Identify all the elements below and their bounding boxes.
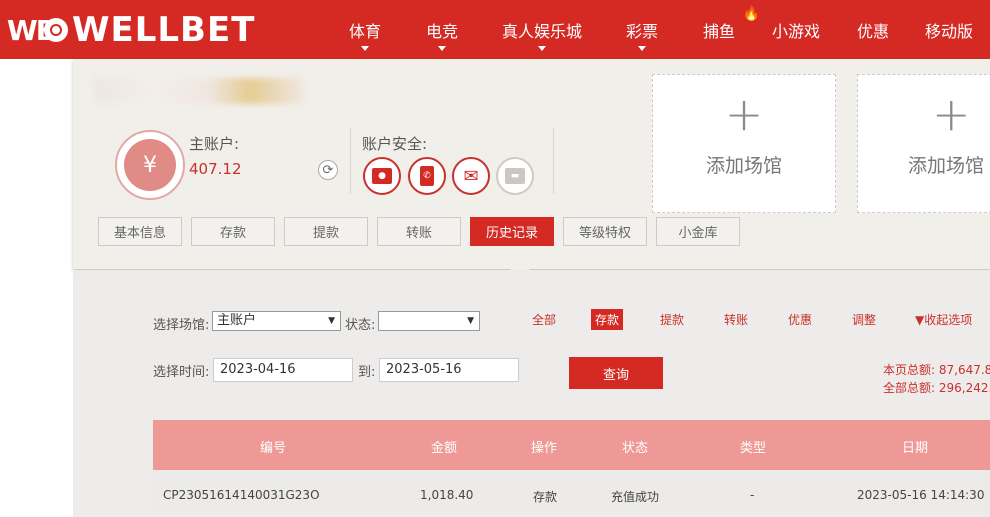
nav-item-lottery[interactable]: 彩票 xyxy=(600,0,684,59)
tab-vip-privileges[interactable]: 等级特权 xyxy=(563,217,647,246)
add-venue-card[interactable]: + 添加场馆 xyxy=(652,74,836,213)
filter-deposit[interactable]: 存款 xyxy=(591,309,624,330)
nav-label: 体育 xyxy=(348,21,381,41)
tab-vault[interactable]: 小金库 xyxy=(656,217,740,246)
column-header-date: 日期 xyxy=(902,441,929,456)
nav-item-mini-games[interactable]: 小游戏 xyxy=(754,0,838,59)
cell-amount: 1,018.40 xyxy=(420,488,474,502)
nav-label: 移动版 xyxy=(924,21,973,41)
query-button[interactable]: 查询 xyxy=(569,357,663,389)
nav-item-sports[interactable]: 体育 xyxy=(330,0,400,59)
wellbet-logo[interactable]: WB WELLBET xyxy=(7,10,256,50)
main-account-balance: 407.12 xyxy=(189,160,242,178)
to-label: 到: xyxy=(358,365,376,380)
add-venue-label: 添加场馆 xyxy=(908,155,985,177)
page-total: 本页总额: 87,647.82 xyxy=(883,363,990,377)
cell-type: - xyxy=(750,488,755,502)
nav-label: 小游戏 xyxy=(771,21,820,41)
chevron-down-icon xyxy=(361,46,369,51)
envelope-icon: ✉ xyxy=(461,166,481,187)
phone-icon: ✆ xyxy=(420,166,434,186)
nav-label: 真人娱乐城 xyxy=(501,21,582,41)
logo-swirl-icon xyxy=(44,18,68,42)
nav-item-live-casino[interactable]: 真人娱乐城 xyxy=(484,0,600,59)
add-venue-label: 添加场馆 xyxy=(705,155,782,177)
yuan-icon: ¥ xyxy=(124,139,176,191)
cell-date: 2023-05-16 14:14:30 xyxy=(857,488,985,502)
filter-adjustment[interactable]: 调整 xyxy=(852,311,876,328)
tab-transfer[interactable]: 转账 xyxy=(377,217,461,246)
sms-verification-icon[interactable]: ✆ xyxy=(408,157,446,195)
id-verification-icon[interactable]: ● xyxy=(363,157,401,195)
column-header-id: 编号 xyxy=(260,441,287,456)
email-verification-icon[interactable]: ✉ xyxy=(452,157,490,195)
add-venue-card[interactable]: + 添加场馆 xyxy=(857,74,990,213)
cell-status: 充值成功 xyxy=(611,490,660,504)
plus-icon: + xyxy=(724,87,764,141)
collapse-options-link[interactable]: ▼收起选项 xyxy=(915,311,972,328)
cell-operation: 存款 xyxy=(533,490,558,504)
logo-text: WELLBET xyxy=(72,10,256,50)
main-nav: 体育 电竞 真人娱乐城 彩票 捕鱼 🔥 小游戏 优惠 移动版 xyxy=(330,0,990,59)
tab-withdraw[interactable]: 提款 xyxy=(284,217,368,246)
divider xyxy=(350,128,351,194)
filter-promotion[interactable]: 优惠 xyxy=(788,311,812,328)
chevron-down-icon xyxy=(638,46,646,51)
nav-item-fishing[interactable]: 捕鱼 🔥 xyxy=(684,0,760,59)
time-label: 选择时间: xyxy=(153,365,210,380)
venue-select-value: 主账户 xyxy=(217,313,257,328)
all-total: 全部总额: 296,242.0 xyxy=(883,381,990,395)
top-navigation-bar: WB WELLBET 体育 电竞 真人娱乐城 彩票 捕鱼 🔥 小游戏 优惠 移动… xyxy=(0,0,990,59)
date-to-input[interactable]: 2023-05-16 xyxy=(379,358,519,382)
nav-item-esports[interactable]: 电竞 xyxy=(400,0,484,59)
filter-withdraw[interactable]: 提款 xyxy=(660,311,684,328)
status-label: 状态: xyxy=(345,318,376,333)
chevron-down-icon xyxy=(538,46,546,51)
nav-item-promotions[interactable]: 优惠 xyxy=(838,0,908,59)
column-header-amount: 金额 xyxy=(431,441,458,456)
plus-icon: + xyxy=(932,87,971,141)
bank-card-icon[interactable]: ▬ xyxy=(496,157,534,195)
dropdown-arrow-icon: ▼ xyxy=(467,316,474,326)
id-card-icon: ● xyxy=(372,168,392,184)
nav-item-mobile[interactable]: 移动版 xyxy=(908,0,990,59)
nav-label: 电竞 xyxy=(425,21,458,41)
table-row[interactable]: CP23051614140031G23O 1,018.40 存款 充值成功 - … xyxy=(153,470,990,517)
tab-history[interactable]: 历史记录 xyxy=(470,217,554,246)
account-security-label: 账户安全: xyxy=(362,135,428,153)
column-header-status: 状态 xyxy=(622,441,649,456)
table-header: 编号 金额 操作 状态 类型 日期 xyxy=(153,420,990,470)
column-header-type: 类型 xyxy=(740,441,767,456)
filter-transfer[interactable]: 转账 xyxy=(724,311,748,328)
nav-label: 优惠 xyxy=(856,21,889,41)
refresh-icon[interactable]: ⟳ xyxy=(318,160,338,180)
tab-basic-info[interactable]: 基本信息 xyxy=(98,217,182,246)
status-select[interactable]: ▼ xyxy=(378,311,480,331)
card-icon: ▬ xyxy=(505,168,525,184)
blurred-username xyxy=(93,78,303,104)
nav-label: 捕鱼 xyxy=(702,21,735,41)
cell-id: CP23051614140031G23O xyxy=(163,488,320,502)
active-tab-pointer xyxy=(510,262,530,270)
dropdown-arrow-icon: ▼ xyxy=(328,316,335,326)
venue-select[interactable]: 主账户 ▼ xyxy=(212,311,341,331)
main-account-label: 主账户: xyxy=(189,135,240,153)
wallet-icon: ¥ xyxy=(115,130,185,200)
venue-label: 选择场馆: xyxy=(153,318,210,333)
column-header-operation: 操作 xyxy=(531,441,558,456)
chevron-down-icon xyxy=(438,46,446,51)
tab-deposit[interactable]: 存款 xyxy=(191,217,275,246)
divider xyxy=(553,128,554,194)
filter-all[interactable]: 全部 xyxy=(532,311,556,328)
date-from-input[interactable]: 2023-04-16 xyxy=(213,358,353,382)
nav-label: 彩票 xyxy=(625,21,658,41)
